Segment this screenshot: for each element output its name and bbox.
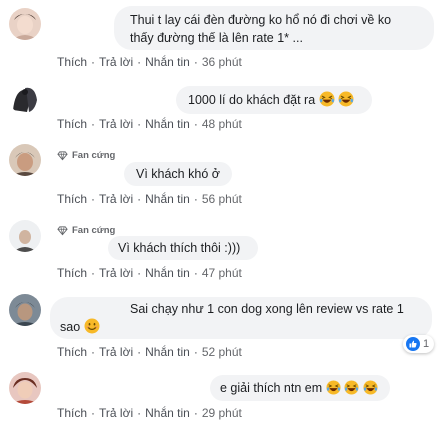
separator: · xyxy=(137,55,142,69)
reaction-count: 1 xyxy=(423,338,430,350)
separator: · xyxy=(91,192,96,206)
comment-text: Thui t lay cái đèn đường ko hổ nó đi chơ… xyxy=(130,13,392,27)
comment-text: sao xyxy=(60,320,81,334)
avatar[interactable] xyxy=(9,372,41,404)
timestamp[interactable]: 47 phút xyxy=(202,266,242,280)
reply-link[interactable]: Trả lời xyxy=(99,406,133,420)
separator: · xyxy=(193,266,198,280)
separator: · xyxy=(137,406,142,420)
like-link[interactable]: Thích xyxy=(57,117,87,131)
separator: · xyxy=(137,117,142,131)
reply-link[interactable]: Trả lời xyxy=(99,117,133,131)
separator: · xyxy=(91,266,96,280)
avatar[interactable] xyxy=(9,8,41,40)
like-link[interactable]: Thích xyxy=(57,266,87,280)
comment-bubble: 1000 lí do khách đặt ra xyxy=(176,86,372,114)
comment-text: Sai chạy như 1 con dog xong lên review v… xyxy=(130,302,404,316)
laughing-emoji-icon xyxy=(344,380,359,395)
comment-bubble: Sai chạy như 1 con dog xong lên review v… xyxy=(50,297,432,339)
message-link[interactable]: Nhắn tin xyxy=(145,406,190,420)
message-link[interactable]: Nhắn tin xyxy=(145,117,190,131)
avatar[interactable] xyxy=(9,220,41,252)
smile-emoji-icon xyxy=(84,318,100,334)
separator: · xyxy=(137,192,142,206)
like-link[interactable]: Thích xyxy=(57,345,87,359)
fan-badge: Fan cứng xyxy=(57,225,115,236)
fan-badge: Fan cứng xyxy=(57,150,115,161)
separator: · xyxy=(193,345,198,359)
laughing-emoji-icon xyxy=(338,91,354,107)
avatar[interactable] xyxy=(9,82,41,114)
message-link[interactable]: Nhắn tin xyxy=(145,266,190,280)
fan-badge-label: Fan cứng xyxy=(72,150,116,161)
comment-text: thấy đường thế là lên rate 1* ... xyxy=(130,31,303,45)
diamond-icon xyxy=(57,225,68,236)
fan-badge-label: Fan cứng xyxy=(72,225,116,236)
message-link[interactable]: Nhắn tin xyxy=(145,345,190,359)
reply-link[interactable]: Trả lời xyxy=(99,192,133,206)
comment-actions: Thích · Trả lời · Nhắn tin · 56 phút xyxy=(57,192,242,206)
like-link[interactable]: Thích xyxy=(57,406,87,420)
separator: · xyxy=(193,117,198,131)
comment-text-line: sao xyxy=(60,318,420,336)
like-reaction-icon xyxy=(406,337,420,351)
reply-link[interactable]: Trả lời xyxy=(99,266,133,280)
timestamp[interactable]: 52 phút xyxy=(202,345,242,359)
comment-bubble: Thui t lay cái đèn đường ko hổ nó đi chơ… xyxy=(114,6,434,50)
timestamp[interactable]: 56 phút xyxy=(202,192,242,206)
comment-text: Vì khách khó ở xyxy=(136,167,220,181)
diamond-icon xyxy=(57,150,68,161)
separator: · xyxy=(137,266,142,280)
comment-text: Vì khách thích thôi :))) xyxy=(118,241,241,255)
reaction-summary[interactable]: 1 xyxy=(403,335,435,353)
comment-actions: Thích · Trả lời · Nhắn tin · 36 phút xyxy=(57,55,242,69)
comment-actions: Thích · Trả lời · Nhắn tin · 48 phút xyxy=(57,117,242,131)
timestamp[interactable]: 29 phút xyxy=(202,406,242,420)
like-link[interactable]: Thích xyxy=(57,192,87,206)
comment-text: 1000 lí do khách đặt ra xyxy=(188,93,316,107)
like-link[interactable]: Thích xyxy=(57,55,87,69)
reply-link[interactable]: Trả lời xyxy=(99,55,133,69)
laughing-emoji-icon xyxy=(326,380,341,395)
comment-text: e giải thích ntn em xyxy=(220,381,323,395)
separator: · xyxy=(193,406,198,420)
comment-actions: Thích · Trả lời · Nhắn tin · 47 phút xyxy=(57,266,242,280)
reply-link[interactable]: Trả lời xyxy=(99,345,133,359)
comment-actions: Thích · Trả lời · Nhắn tin · 29 phút xyxy=(57,406,242,420)
separator: · xyxy=(91,406,96,420)
separator: · xyxy=(91,345,96,359)
separator: · xyxy=(137,345,142,359)
message-link[interactable]: Nhắn tin xyxy=(145,55,190,69)
message-link[interactable]: Nhắn tin xyxy=(145,192,190,206)
timestamp[interactable]: 48 phút xyxy=(202,117,242,131)
separator: · xyxy=(193,55,198,69)
comment-bubble: e giải thích ntn em xyxy=(210,375,390,401)
comment-bubble: Vì khách khó ở xyxy=(124,162,232,186)
avatar[interactable] xyxy=(9,294,41,326)
separator: · xyxy=(91,55,96,69)
comment-actions: Thích · Trả lời · Nhắn tin · 52 phút xyxy=(57,345,242,359)
laughing-emoji-icon xyxy=(363,380,378,395)
comment-bubble: Vì khách thích thôi :))) xyxy=(108,236,258,260)
separator: · xyxy=(193,192,198,206)
laughing-emoji-icon xyxy=(319,91,335,107)
separator: · xyxy=(91,117,96,131)
timestamp[interactable]: 36 phút xyxy=(202,55,242,69)
avatar[interactable] xyxy=(9,144,41,176)
